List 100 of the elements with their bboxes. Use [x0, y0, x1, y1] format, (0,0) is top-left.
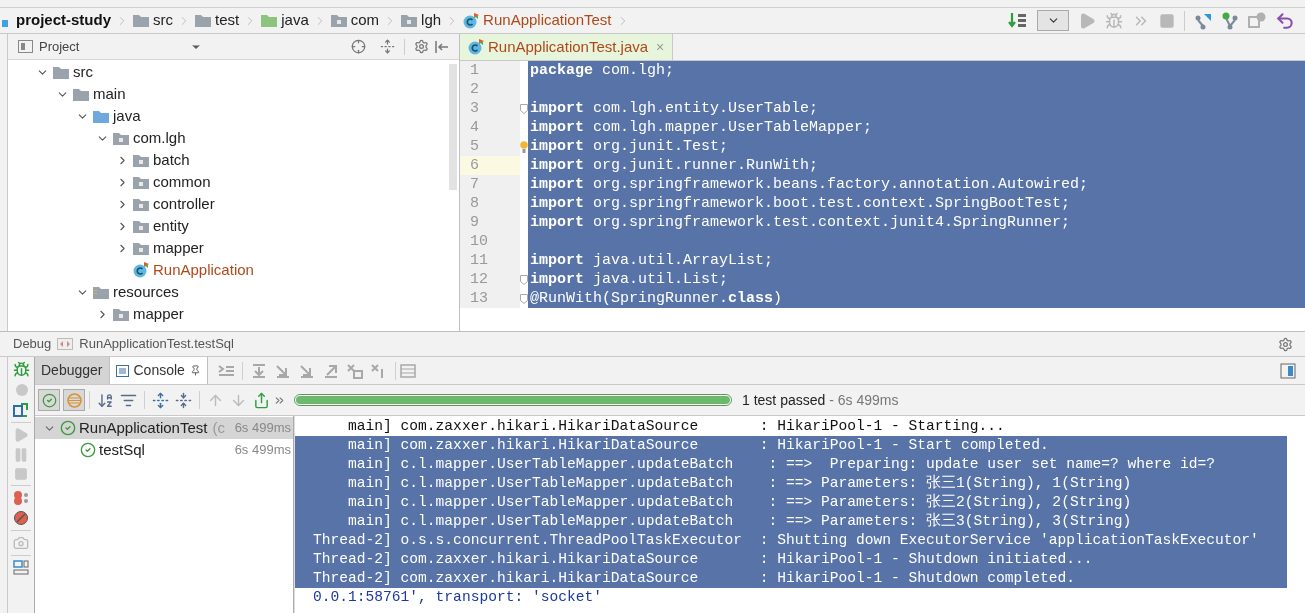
tree-label: java: [113, 105, 141, 126]
tree-item[interactable]: com.lgh: [8, 127, 459, 149]
tree-item[interactable]: java: [8, 105, 459, 127]
test-duration: - 6s 499ms: [828, 390, 899, 410]
tree-label: RunApplication: [153, 259, 254, 280]
show-ignored-toggle[interactable]: [63, 389, 85, 411]
folder-icon: [195, 14, 211, 27]
tree-item[interactable]: batch: [8, 149, 459, 171]
package-icon: [133, 241, 149, 255]
execution-point-icon[interactable]: [216, 362, 235, 379]
step-into-icon[interactable]: [273, 362, 292, 379]
class-icon: [133, 262, 149, 278]
test-name: testSql: [99, 439, 145, 460]
debug-label: Debug: [13, 335, 52, 354]
test-status: 1 test passed: [742, 390, 826, 410]
console-line: main] com.zaxxer.hikari.HikariDataSource : HikariPool-1 - Starting...: [347, 417, 1006, 436]
console-line: 0.0.1:58761', transport: 'socket': [312, 588, 603, 607]
expand-all-icon[interactable]: [152, 391, 169, 409]
locate-icon[interactable]: [351, 39, 366, 54]
fold-marker-icon[interactable]: [520, 274, 528, 285]
breadcrumb[interactable]: RunApplicationTest: [463, 9, 634, 32]
tree-item[interactable]: src: [8, 61, 459, 83]
tree-item[interactable]: main: [8, 83, 459, 105]
test-row[interactable]: RunApplicationTest (c 6s 499ms: [35, 417, 293, 439]
camera-icon[interactable]: [13, 535, 29, 551]
show-passed-toggle[interactable]: [38, 389, 60, 411]
line-number: 3: [460, 99, 520, 118]
debug-icon[interactable]: [1105, 11, 1123, 30]
rerun-icon[interactable]: [12, 361, 30, 378]
binary-sort-icon[interactable]: [1008, 11, 1028, 30]
export-icon[interactable]: [253, 391, 270, 409]
layout-icon[interactable]: [13, 560, 29, 576]
tree-label: com.lgh: [133, 127, 186, 148]
mute-breakpoints-icon[interactable]: [13, 510, 29, 526]
line-number: 11: [460, 251, 520, 270]
tree-item[interactable]: resources: [8, 281, 459, 303]
layout-icon[interactable]: [1280, 362, 1296, 379]
config-icon: [57, 338, 74, 350]
folder-icon: [73, 87, 89, 101]
scrollbar[interactable]: [449, 64, 457, 190]
folder-icon: [133, 14, 149, 27]
test-time: 6s 499ms: [234, 419, 291, 438]
revert-icon[interactable]: [1275, 10, 1295, 31]
editor-tab[interactable]: RunApplicationTest.java ×: [460, 34, 674, 60]
fold-marker-icon[interactable]: [520, 293, 528, 304]
tree-item[interactable]: mapper: [8, 303, 459, 325]
debug-tab[interactable]: Console: [109, 357, 208, 384]
folder-icon: [53, 65, 69, 79]
tree-label: batch: [153, 149, 190, 170]
sort-alpha-icon[interactable]: [97, 391, 114, 409]
line-number: 5: [460, 137, 520, 156]
force-step-into-icon[interactable]: [297, 362, 316, 379]
test-note: (c: [212, 417, 225, 438]
hide-panel-icon[interactable]: [435, 39, 449, 54]
tree-item[interactable]: RunApplication: [8, 259, 459, 281]
tree-item[interactable]: entity: [8, 215, 459, 237]
test-time: 6s 499ms: [234, 441, 291, 460]
collapse-all-icon[interactable]: [175, 391, 192, 409]
vcs-update-icon[interactable]: [1194, 11, 1212, 30]
line-number: 13: [460, 289, 520, 308]
fold-marker-icon[interactable]: [520, 103, 528, 114]
breadcrumb[interactable]: com: [330, 9, 402, 32]
tree-item[interactable]: mapper: [8, 237, 459, 259]
settings-icon[interactable]: [1278, 336, 1293, 352]
breadcrumb[interactable]: src: [133, 9, 195, 32]
package-icon: [133, 175, 149, 189]
stop-icon[interactable]: [1159, 12, 1175, 29]
debug-tab[interactable]: Debugger: [35, 357, 110, 384]
test-row[interactable]: testSql 6s 499ms: [35, 439, 293, 461]
run-config-tab[interactable]: RunApplicationTest.testSql: [79, 334, 234, 354]
pin-icon[interactable]: [189, 365, 201, 376]
drop-frame-icon[interactable]: [345, 362, 364, 379]
table-icon[interactable]: [399, 363, 416, 378]
tree-item[interactable]: controller: [8, 193, 459, 215]
lightbulb-icon[interactable]: [520, 140, 528, 153]
dropdown-button[interactable]: [1037, 10, 1069, 31]
breadcrumb[interactable]: java: [261, 9, 331, 32]
line-number: 1: [460, 61, 520, 80]
class-icon: [463, 12, 480, 29]
tree-label: src: [73, 61, 93, 82]
tree-label: main: [93, 83, 126, 104]
breakpoints-icon[interactable]: [13, 490, 29, 506]
collapse-icon[interactable]: [380, 39, 395, 54]
package-icon: [133, 153, 149, 167]
package-icon: [133, 219, 149, 233]
package-icon: [113, 307, 129, 321]
tree-item[interactable]: common: [8, 171, 459, 193]
tree-label: resources: [113, 281, 179, 302]
breadcrumb[interactable]: test: [195, 9, 262, 32]
line-number: 2: [460, 80, 520, 99]
breadcrumb[interactable]: project-study: [2, 9, 133, 32]
console-icon: [115, 364, 129, 377]
swap-icon[interactable]: [13, 402, 29, 418]
breadcrumb[interactable]: lgh: [401, 9, 464, 32]
line-number: 7: [460, 175, 520, 194]
vcs-commit-icon[interactable]: [1221, 11, 1239, 30]
run-icon[interactable]: [1078, 11, 1096, 30]
package-icon: [401, 14, 418, 27]
line-number: 10: [460, 232, 520, 251]
settings-icon[interactable]: [414, 39, 429, 54]
